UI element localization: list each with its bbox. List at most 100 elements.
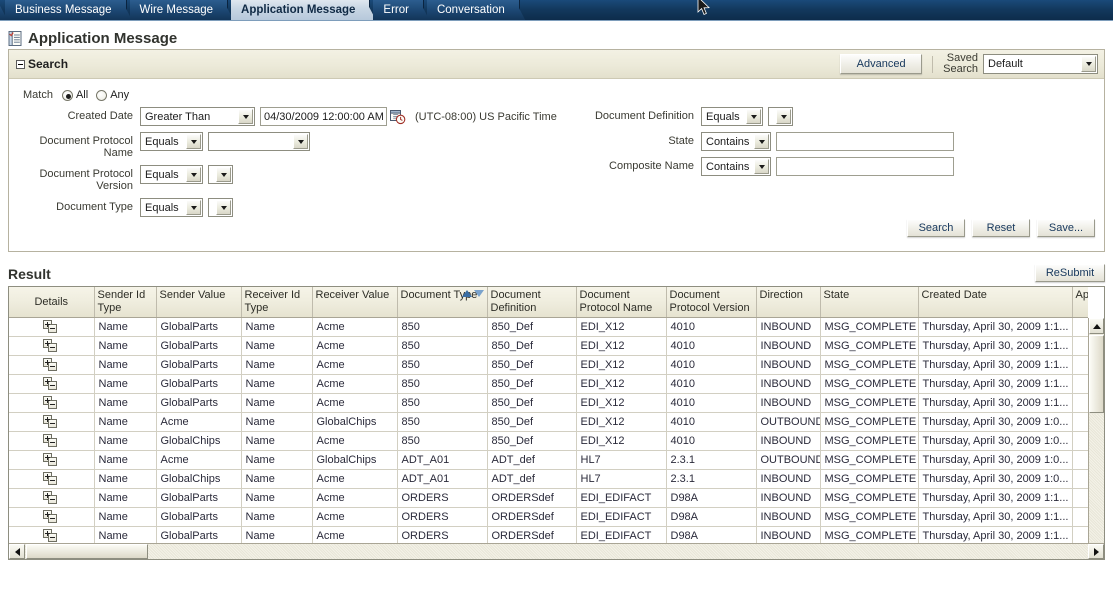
reset-button[interactable]: Reset [972,219,1030,237]
column-header-document-definition[interactable]: Document Definition [487,287,577,318]
cell-document-type: 850 [397,393,488,413]
column-header-direction[interactable]: Direction [756,287,821,318]
sort-descending-icon[interactable] [473,290,484,297]
column-header-state[interactable]: State [820,287,919,318]
column-header-created-date[interactable]: Created Date [918,287,1073,318]
doc-definition-operator-select[interactable]: Equals [701,107,763,126]
table-row[interactable]: Name GlobalParts Name Acme 850 850_Def EDI_X12… [9,393,1088,413]
resubmit-button[interactable]: ReSubmit [1035,264,1105,282]
scroll-left-button[interactable] [9,544,25,559]
column-header-receiver-id-type[interactable]: Receiver Id Type [241,287,313,318]
row-details-cell[interactable] [9,317,95,337]
table-row[interactable]: Name Acme Name GlobalChips 850 850_Def EDI_X12… [9,412,1088,432]
table-row[interactable]: Name GlobalParts Name Acme ORDERS ORDERSdef ED… [9,526,1088,543]
expand-row-icon[interactable] [43,434,59,448]
row-details-cell[interactable] [9,488,95,508]
tab-error[interactable]: Error [373,0,424,20]
column-header-receiver-value[interactable]: Receiver Value [312,287,398,318]
expand-row-icon[interactable] [43,529,59,543]
column-header-sender-value[interactable]: Sender Value [156,287,242,318]
row-details-cell[interactable] [9,526,95,543]
table-row[interactable]: Name GlobalParts Name Acme 850 850_Def EDI_X12… [9,317,1088,337]
match-any-radio[interactable] [96,89,108,101]
column-header-application[interactable]: Application [1072,287,1088,318]
cell-document-definition: 850_Def [487,355,577,375]
row-details-cell[interactable] [9,374,95,394]
match-label: Match [23,89,53,101]
save-button[interactable]: Save... [1037,219,1095,237]
doc-type-value-select[interactable] [208,198,233,217]
table-row[interactable]: Name GlobalParts Name Acme ORDERS ORDERSdef ED… [9,488,1088,508]
search-panel-title: Search [28,57,69,71]
match-all-radio[interactable] [61,89,73,101]
cell-receiver-id-type: Name [241,469,313,489]
expand-row-icon[interactable] [43,510,59,524]
doc-type-operator-select[interactable]: Equals [140,198,203,217]
expand-row-icon[interactable] [43,472,59,486]
row-details-cell[interactable] [9,450,95,470]
column-header-document-type[interactable]: Document Type [397,287,488,318]
advanced-button[interactable]: Advanced [840,54,923,74]
table-row[interactable]: Name GlobalParts Name Acme 850 850_Def EDI_X12… [9,374,1088,394]
tab-business-message[interactable]: Business Message [5,0,127,20]
composite-name-input[interactable] [776,157,954,176]
column-header-document-protocol-name[interactable]: Document Protocol Name [576,287,667,318]
table-row[interactable]: Name Acme Name GlobalChips ADT_A01 ADT_def HL7… [9,450,1088,470]
vertical-scroll-track[interactable] [1089,414,1104,542]
column-header-sender-id-type[interactable]: Sender Id Type [94,287,157,318]
row-details-cell[interactable] [9,355,95,375]
state-input[interactable] [776,132,954,151]
tab-application-message[interactable]: Application Message [231,0,371,20]
row-details-cell[interactable] [9,507,95,527]
expand-row-icon[interactable] [43,320,59,334]
created-date-input[interactable] [260,107,387,126]
expand-row-icon[interactable] [43,491,59,505]
composite-name-operator-select[interactable]: Contains [701,157,771,176]
table-row[interactable]: Name GlobalChips Name Acme ADT_A01 ADT_def HL7… [9,469,1088,489]
sort-toggle[interactable] [461,290,484,297]
cell-created-date: Thursday, April 30, 2009 1:0... [918,469,1073,489]
row-details-cell[interactable] [9,469,95,489]
scroll-right-button[interactable] [1088,544,1104,559]
tab-wire-message[interactable]: Wire Message [129,0,229,20]
table-row[interactable]: Name GlobalChips Name Acme 850 850_Def EDI_X12… [9,431,1088,451]
calendar-picker-icon[interactable] [390,109,406,125]
row-details-cell[interactable] [9,412,95,432]
column-header-document-protocol-version[interactable]: Document Protocol Version [666,287,757,318]
field-label: Document Protocol Version [39,168,133,192]
cell-sender-id-type: Name [94,355,157,375]
vertical-scrollbar[interactable] [1088,318,1104,559]
table-row[interactable]: Name GlobalParts Name Acme 850 850_Def EDI_X12… [9,355,1088,375]
state-operator-select[interactable]: Contains [701,132,771,151]
expand-row-icon[interactable] [43,396,59,410]
row-details-cell[interactable] [9,431,95,451]
saved-search-select[interactable]: Default [983,54,1098,74]
row-details-cell[interactable] [9,393,95,413]
doc-protocol-name-operator-select[interactable]: Equals [140,132,203,151]
table-row[interactable]: Name GlobalParts Name Acme 850 850_Def EDI_X12… [9,336,1088,356]
horizontal-scrollbar[interactable] [9,543,1104,559]
created-date-operator-select[interactable]: Greater Than [140,107,255,126]
search-button[interactable]: Search [907,219,965,237]
doc-protocol-version-operator-select[interactable]: Equals [140,165,203,184]
expand-row-icon[interactable] [43,377,59,391]
tab-conversation[interactable]: Conversation [426,0,520,20]
chevron-down-icon [216,200,231,215]
expand-row-icon[interactable] [43,453,59,467]
cell-sender-value: GlobalParts [156,336,242,356]
doc-protocol-name-value-select[interactable] [208,132,310,151]
row-details-cell[interactable] [9,336,95,356]
vertical-scroll-thumb[interactable] [1089,335,1104,413]
sort-ascending-icon[interactable] [461,290,472,297]
expand-row-icon[interactable] [43,415,59,429]
column-header-details[interactable]: Details [9,287,95,318]
doc-definition-value-select[interactable] [768,107,793,126]
cell-receiver-value: Acme [312,355,398,375]
table-row[interactable]: Name GlobalParts Name Acme ORDERS ORDERSdef ED… [9,507,1088,527]
doc-protocol-version-value-select[interactable] [208,165,233,184]
expand-row-icon[interactable] [43,339,59,353]
horizontal-scroll-thumb[interactable] [26,544,148,559]
collapse-search-icon[interactable] [16,59,25,69]
scroll-up-button[interactable] [1089,318,1104,334]
expand-row-icon[interactable] [43,358,59,372]
